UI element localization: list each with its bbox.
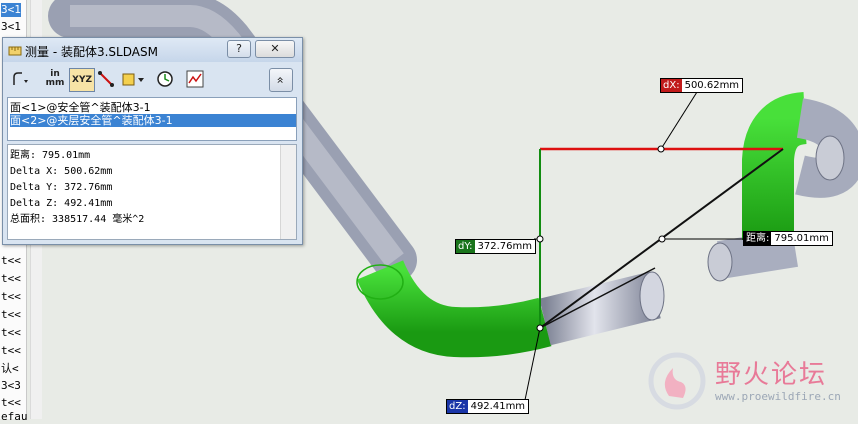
measure-dialog[interactable]: 测量 - 装配体3.SLDASM ? ✕ in mm XYZ « 面<1>@安全…	[2, 37, 303, 245]
result-distance: 距离: 795.01mm	[10, 150, 91, 161]
tree-item[interactable]: t<<	[1, 254, 21, 268]
result-delta-z: Delta Z: 492.41mm	[10, 198, 113, 209]
arc-condition-icon	[13, 72, 28, 85]
ruler-icon	[8, 46, 22, 56]
tree-item[interactable]: t<<	[1, 344, 21, 358]
tree-item[interactable]: 3<1	[1, 3, 21, 17]
units-bottom-label: mm	[45, 78, 65, 88]
sensor-button[interactable]	[183, 68, 207, 90]
tree-item[interactable]: efau	[1, 410, 28, 424]
delta-z-value: 492.41mm	[470, 401, 526, 412]
tree-item[interactable]: 3<1	[1, 20, 21, 34]
delta-x-midpoint	[657, 145, 665, 153]
delta-y-tag: dY:	[456, 240, 475, 253]
delta-y-label: dY: 372.76mm	[455, 239, 536, 254]
results-panel[interactable]: 距离: 795.01mm Delta X: 500.62mm Delta Y: …	[7, 144, 297, 240]
arc-condition-button[interactable]	[9, 68, 37, 90]
collapse-button[interactable]: «	[269, 68, 293, 92]
projection-button[interactable]	[119, 68, 149, 90]
tree-item[interactable]: 认<	[1, 362, 19, 376]
show-xyz-button[interactable]: XYZ	[69, 68, 95, 92]
pipe-bend-green-face-1[interactable]	[356, 259, 552, 358]
close-button[interactable]: ✕	[255, 40, 295, 58]
delta-z-label: dZ: 492.41mm	[446, 399, 530, 414]
help-button[interactable]: ?	[227, 40, 251, 58]
point-to-point-button[interactable]	[95, 68, 117, 90]
watermark-title: 野火论坛	[715, 360, 828, 390]
distance-label: 距离: 795.01mm	[743, 231, 833, 246]
selection-item-selected[interactable]: 面<2>@夹层安全管^装配体3-1	[10, 114, 296, 127]
delta-y-value: 372.76mm	[477, 241, 532, 252]
history-button[interactable]	[153, 68, 177, 90]
delta-x-label: dX: 500.62mm	[660, 78, 744, 93]
tree-item[interactable]: t<<	[1, 396, 21, 410]
distance-value: 795.01mm	[774, 233, 829, 244]
flame-logo-icon	[648, 352, 706, 410]
watermark: 野火论坛 www.proewildfire.cn	[645, 350, 855, 412]
result-delta-y: Delta Y: 372.76mm	[10, 182, 113, 193]
units-button[interactable]: in mm	[43, 68, 67, 90]
dialog-title: 测量 - 装配体3.SLDASM	[25, 45, 158, 59]
watermark-url: www.proewildfire.cn	[715, 390, 841, 403]
delta-x-tag: dX:	[661, 79, 682, 92]
tree-item[interactable]: t<<	[1, 272, 21, 286]
tree-item[interactable]: t<<	[1, 326, 21, 340]
point-to-point-icon	[98, 71, 114, 87]
result-delta-x: Delta X: 500.62mm	[10, 166, 113, 177]
point-face-1	[536, 324, 544, 332]
delta-z-tag: dZ:	[447, 400, 468, 413]
delta-x-value: 500.62mm	[684, 80, 740, 91]
history-icon	[157, 71, 173, 87]
selection-list[interactable]: 面<1>@安全管^装配体3-1 面<2>@夹层安全管^装配体3-1	[7, 97, 297, 141]
distance-tag: 距离:	[744, 232, 772, 245]
tree-item[interactable]: t<<	[1, 308, 21, 322]
projection-icon	[122, 73, 144, 86]
delta-y-midpoint	[536, 235, 544, 243]
measure-toolbar: in mm XYZ «	[3, 64, 302, 94]
dialog-titlebar[interactable]: 测量 - 装配体3.SLDASM ? ✕	[3, 38, 302, 62]
pipe-stub-lower[interactable]	[539, 271, 661, 346]
tree-item[interactable]: 3<3	[1, 379, 21, 393]
chevron-up-icon: «	[274, 76, 288, 84]
distance-midpoint	[658, 235, 666, 243]
tree-item[interactable]: t<<	[1, 290, 21, 304]
results-scrollbar[interactable]	[280, 145, 296, 239]
selection-item[interactable]: 面<1>@安全管^装配体3-1	[10, 101, 296, 114]
result-total-area: 总面积: 338517.44 毫米^2	[10, 214, 145, 225]
sensor-icon	[186, 70, 204, 88]
